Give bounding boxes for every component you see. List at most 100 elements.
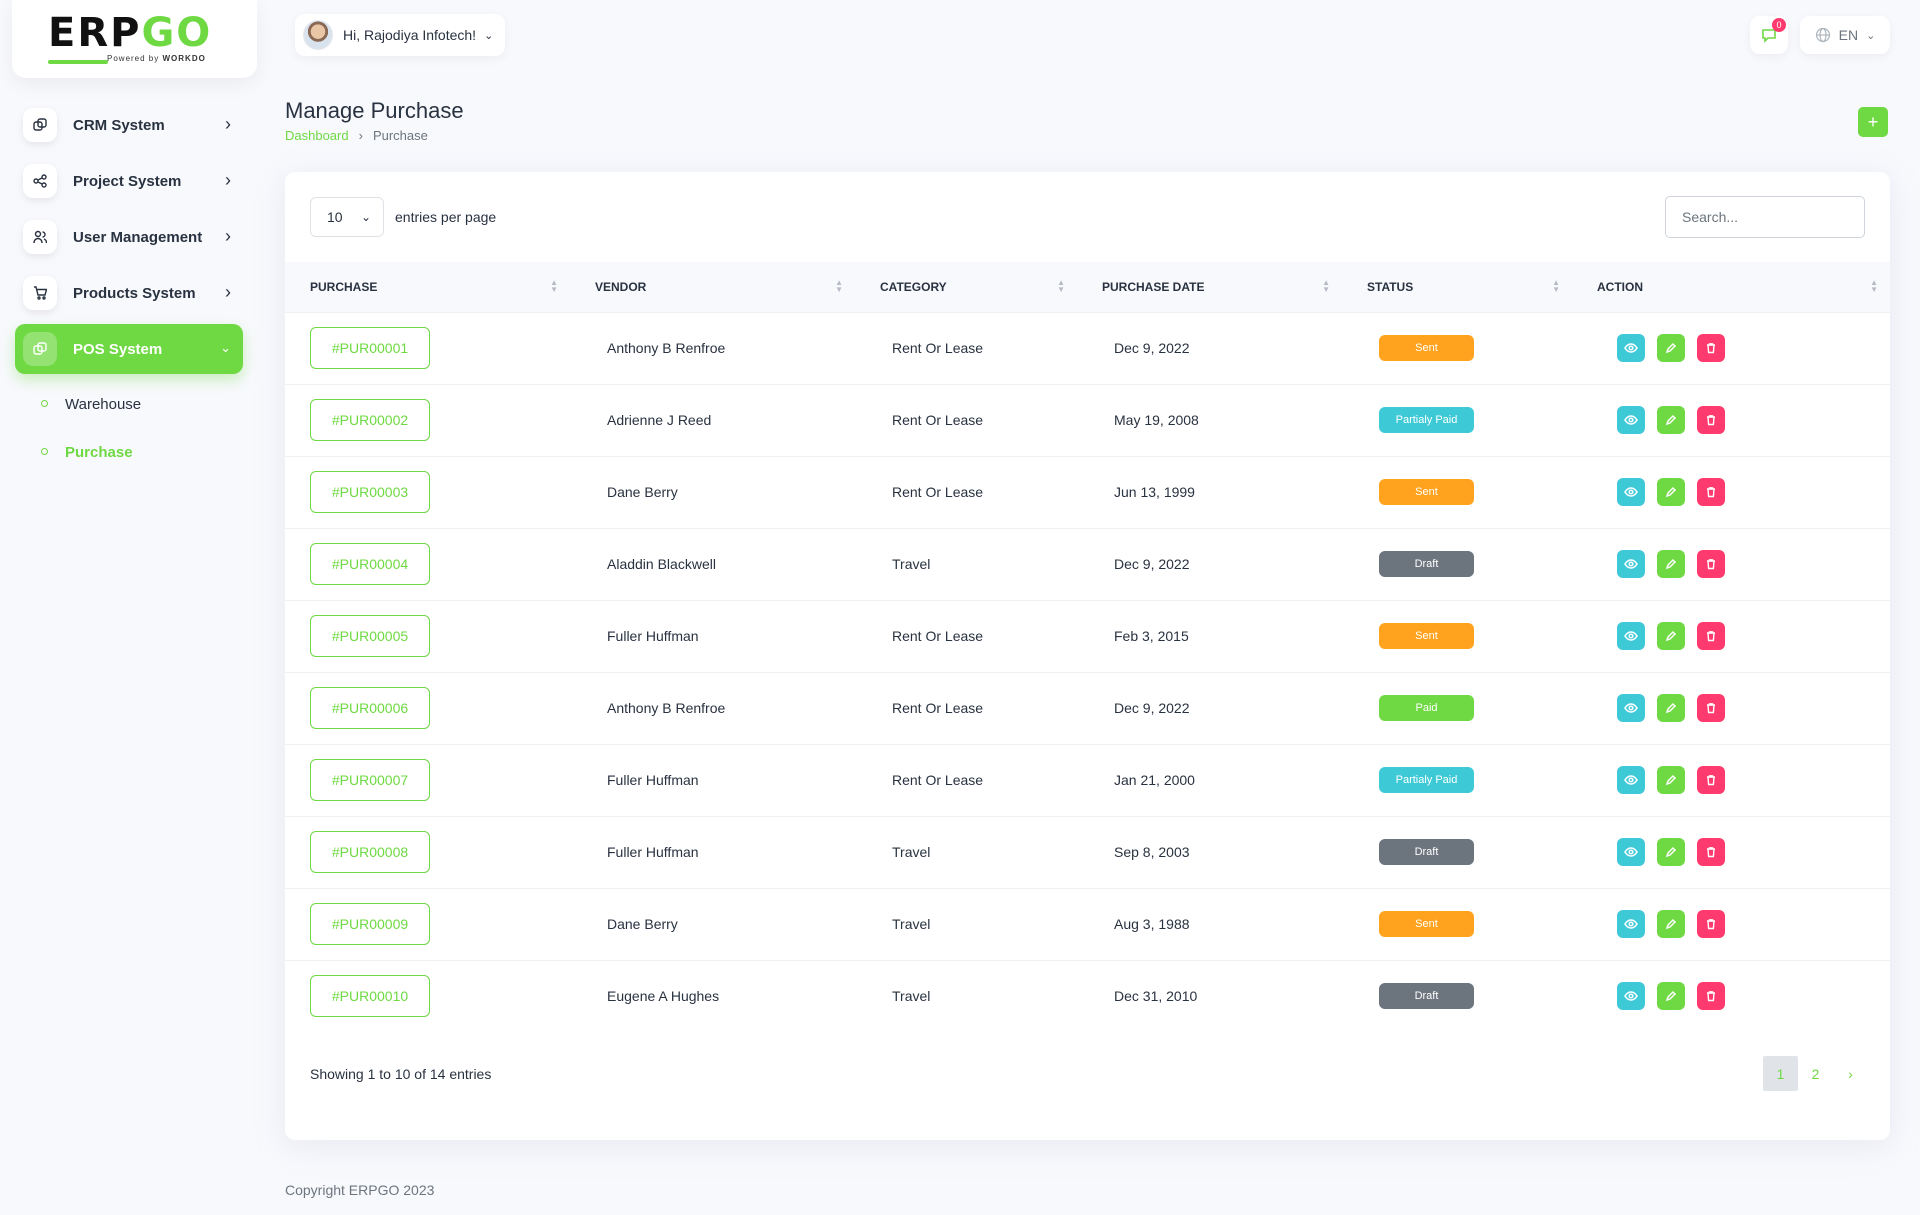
pencil-icon (1665, 558, 1677, 570)
sidebar-item-user-management[interactable]: User Management › (15, 212, 243, 262)
pagination: 1 2 › (1763, 1056, 1868, 1091)
edit-button[interactable] (1657, 982, 1685, 1011)
category-cell: Travel (892, 988, 931, 1005)
delete-button[interactable] (1697, 406, 1725, 434)
sidebar-item-pos-system[interactable]: POS System ⌄ (15, 324, 243, 374)
purchase-id-button[interactable]: #PUR00004 (310, 543, 430, 585)
view-button[interactable] (1617, 406, 1645, 434)
column-header-vendor[interactable]: VENDOR ▲ ▼ (570, 262, 855, 312)
logo-text-main: ERP (48, 10, 142, 56)
entries-per-page-select[interactable]: 10 ⌄ (310, 197, 384, 237)
delete-button[interactable] (1697, 910, 1725, 938)
logo-text-accent: GO (141, 10, 213, 56)
edit-button[interactable] (1657, 622, 1685, 650)
user-greeting: Hi, Rajodiya Infotech! (343, 27, 477, 43)
purchase-id-button[interactable]: #PUR00006 (310, 687, 430, 729)
view-button[interactable] (1617, 550, 1645, 578)
category-cell: Rent Or Lease (892, 700, 984, 716)
column-header-purchase-date[interactable]: PURCHASE DATE ▲ ▼ (1077, 262, 1342, 312)
sidebar-subitem-purchase[interactable]: Purchase (15, 428, 243, 476)
globe-icon (1815, 27, 1830, 43)
next-page-button[interactable]: › (1833, 1056, 1868, 1091)
view-button[interactable] (1617, 766, 1645, 794)
view-button[interactable] (1617, 838, 1645, 866)
purchase-date-cell: Feb 3, 2015 (1114, 628, 1189, 644)
status-badge: Sent (1379, 623, 1474, 649)
column-header-purchase[interactable]: PURCHASE ▲ ▼ (285, 262, 570, 312)
delete-button[interactable] (1697, 694, 1725, 722)
chevron-right-icon: › (358, 128, 363, 143)
sidebar-subitem-label: Purchase (65, 443, 133, 461)
logo[interactable]: ERPGO Powered by WORKDO (12, 0, 257, 78)
notification-badge: 0 (1772, 18, 1786, 32)
sidebar-item-project-system[interactable]: Project System › (15, 156, 243, 206)
sort-icon: ▲ ▼ (835, 278, 843, 294)
breadcrumb: Dashboard › Purchase (285, 128, 428, 143)
trash-icon (1705, 774, 1717, 786)
page-1-button[interactable]: 1 (1763, 1056, 1798, 1091)
column-header-category[interactable]: CATEGORY ▲ ▼ (855, 262, 1077, 312)
delete-button[interactable] (1697, 622, 1725, 650)
purchase-date-cell: May 19, 2008 (1114, 412, 1199, 428)
table-row: #PUR00003 Dane Berry Rent Or Lease Jun 13, … (285, 456, 1890, 528)
purchase-id-button[interactable]: #PUR00001 (310, 327, 430, 369)
delete-button[interactable] (1697, 766, 1725, 794)
delete-button[interactable] (1697, 982, 1725, 1011)
eye-icon (1624, 413, 1638, 427)
column-header-status[interactable]: STATUS ▲ ▼ (1342, 262, 1572, 312)
delete-button[interactable] (1697, 550, 1725, 578)
user-menu[interactable]: Hi, Rajodiya Infotech! ⌄ (295, 14, 505, 56)
edit-button[interactable] (1657, 694, 1685, 722)
showing-entries: Showing 1 to 10 of 14 entries (310, 1066, 492, 1082)
view-button[interactable] (1617, 694, 1645, 722)
purchase-id-button[interactable]: #PUR00003 (310, 471, 430, 513)
column-header-action[interactable]: ACTION ▲ ▼ (1572, 262, 1890, 312)
chevron-right-icon: › (225, 226, 231, 246)
breadcrumb-dashboard[interactable]: Dashboard (285, 128, 349, 143)
sidebar-item-crm-system[interactable]: CRM System › (15, 100, 243, 150)
edit-button[interactable] (1657, 766, 1685, 794)
purchase-id-button[interactable]: #PUR00002 (310, 399, 430, 441)
trash-icon (1705, 702, 1717, 714)
table-row: #PUR00005 Fuller Huffman Rent Or Lease Feb … (285, 600, 1890, 672)
purchase-id-button[interactable]: #PUR00008 (310, 831, 430, 873)
delete-button[interactable] (1697, 838, 1725, 866)
footer-copyright: Copyright ERPGO 2023 (285, 1182, 435, 1198)
sort-icon: ▲ ▼ (550, 278, 558, 294)
purchase-date-cell: Dec 9, 2022 (1114, 340, 1190, 356)
purchase-id-button[interactable]: #PUR00005 (310, 615, 430, 657)
sidebar-item-products-system[interactable]: Products System › (15, 268, 243, 318)
search-input[interactable] (1665, 196, 1865, 238)
edit-button[interactable] (1657, 478, 1685, 506)
eye-icon (1624, 845, 1638, 859)
language-selector[interactable]: EN ⌄ (1800, 16, 1890, 54)
view-button[interactable] (1617, 334, 1645, 362)
purchase-table-card: 10 ⌄ entries per page PURCHASE▲▼ VENDOR▲… (285, 172, 1890, 1140)
sidebar-subitem-label: Warehouse (65, 395, 142, 413)
view-button[interactable] (1617, 622, 1645, 650)
edit-button[interactable] (1657, 838, 1685, 866)
purchase-date-cell: Sep 8, 2003 (1114, 844, 1190, 860)
trash-icon (1705, 990, 1717, 1002)
purchase-id-button[interactable]: #PUR00007 (310, 759, 430, 801)
page-2-button[interactable]: 2 (1798, 1056, 1833, 1091)
table-row: #PUR00002 Adrienne J Reed Rent Or Lease May… (285, 384, 1890, 456)
edit-button[interactable] (1657, 406, 1685, 434)
pencil-icon (1665, 990, 1677, 1002)
entries-value: 10 (327, 209, 343, 225)
add-purchase-button[interactable]: + (1858, 107, 1888, 137)
purchase-id-button[interactable]: #PUR00009 (310, 903, 430, 945)
purchase-id-button[interactable]: #PUR00010 (310, 975, 430, 1018)
notifications-button[interactable]: 0 (1750, 16, 1788, 54)
edit-button[interactable] (1657, 334, 1685, 362)
view-button[interactable] (1617, 478, 1645, 506)
delete-button[interactable] (1697, 334, 1725, 362)
edit-button[interactable] (1657, 910, 1685, 938)
trash-icon (1705, 918, 1717, 930)
delete-button[interactable] (1697, 478, 1725, 506)
edit-button[interactable] (1657, 550, 1685, 578)
eye-icon (1624, 701, 1638, 715)
view-button[interactable] (1617, 982, 1645, 1011)
sidebar-subitem-warehouse[interactable]: Warehouse (15, 380, 243, 428)
view-button[interactable] (1617, 910, 1645, 938)
